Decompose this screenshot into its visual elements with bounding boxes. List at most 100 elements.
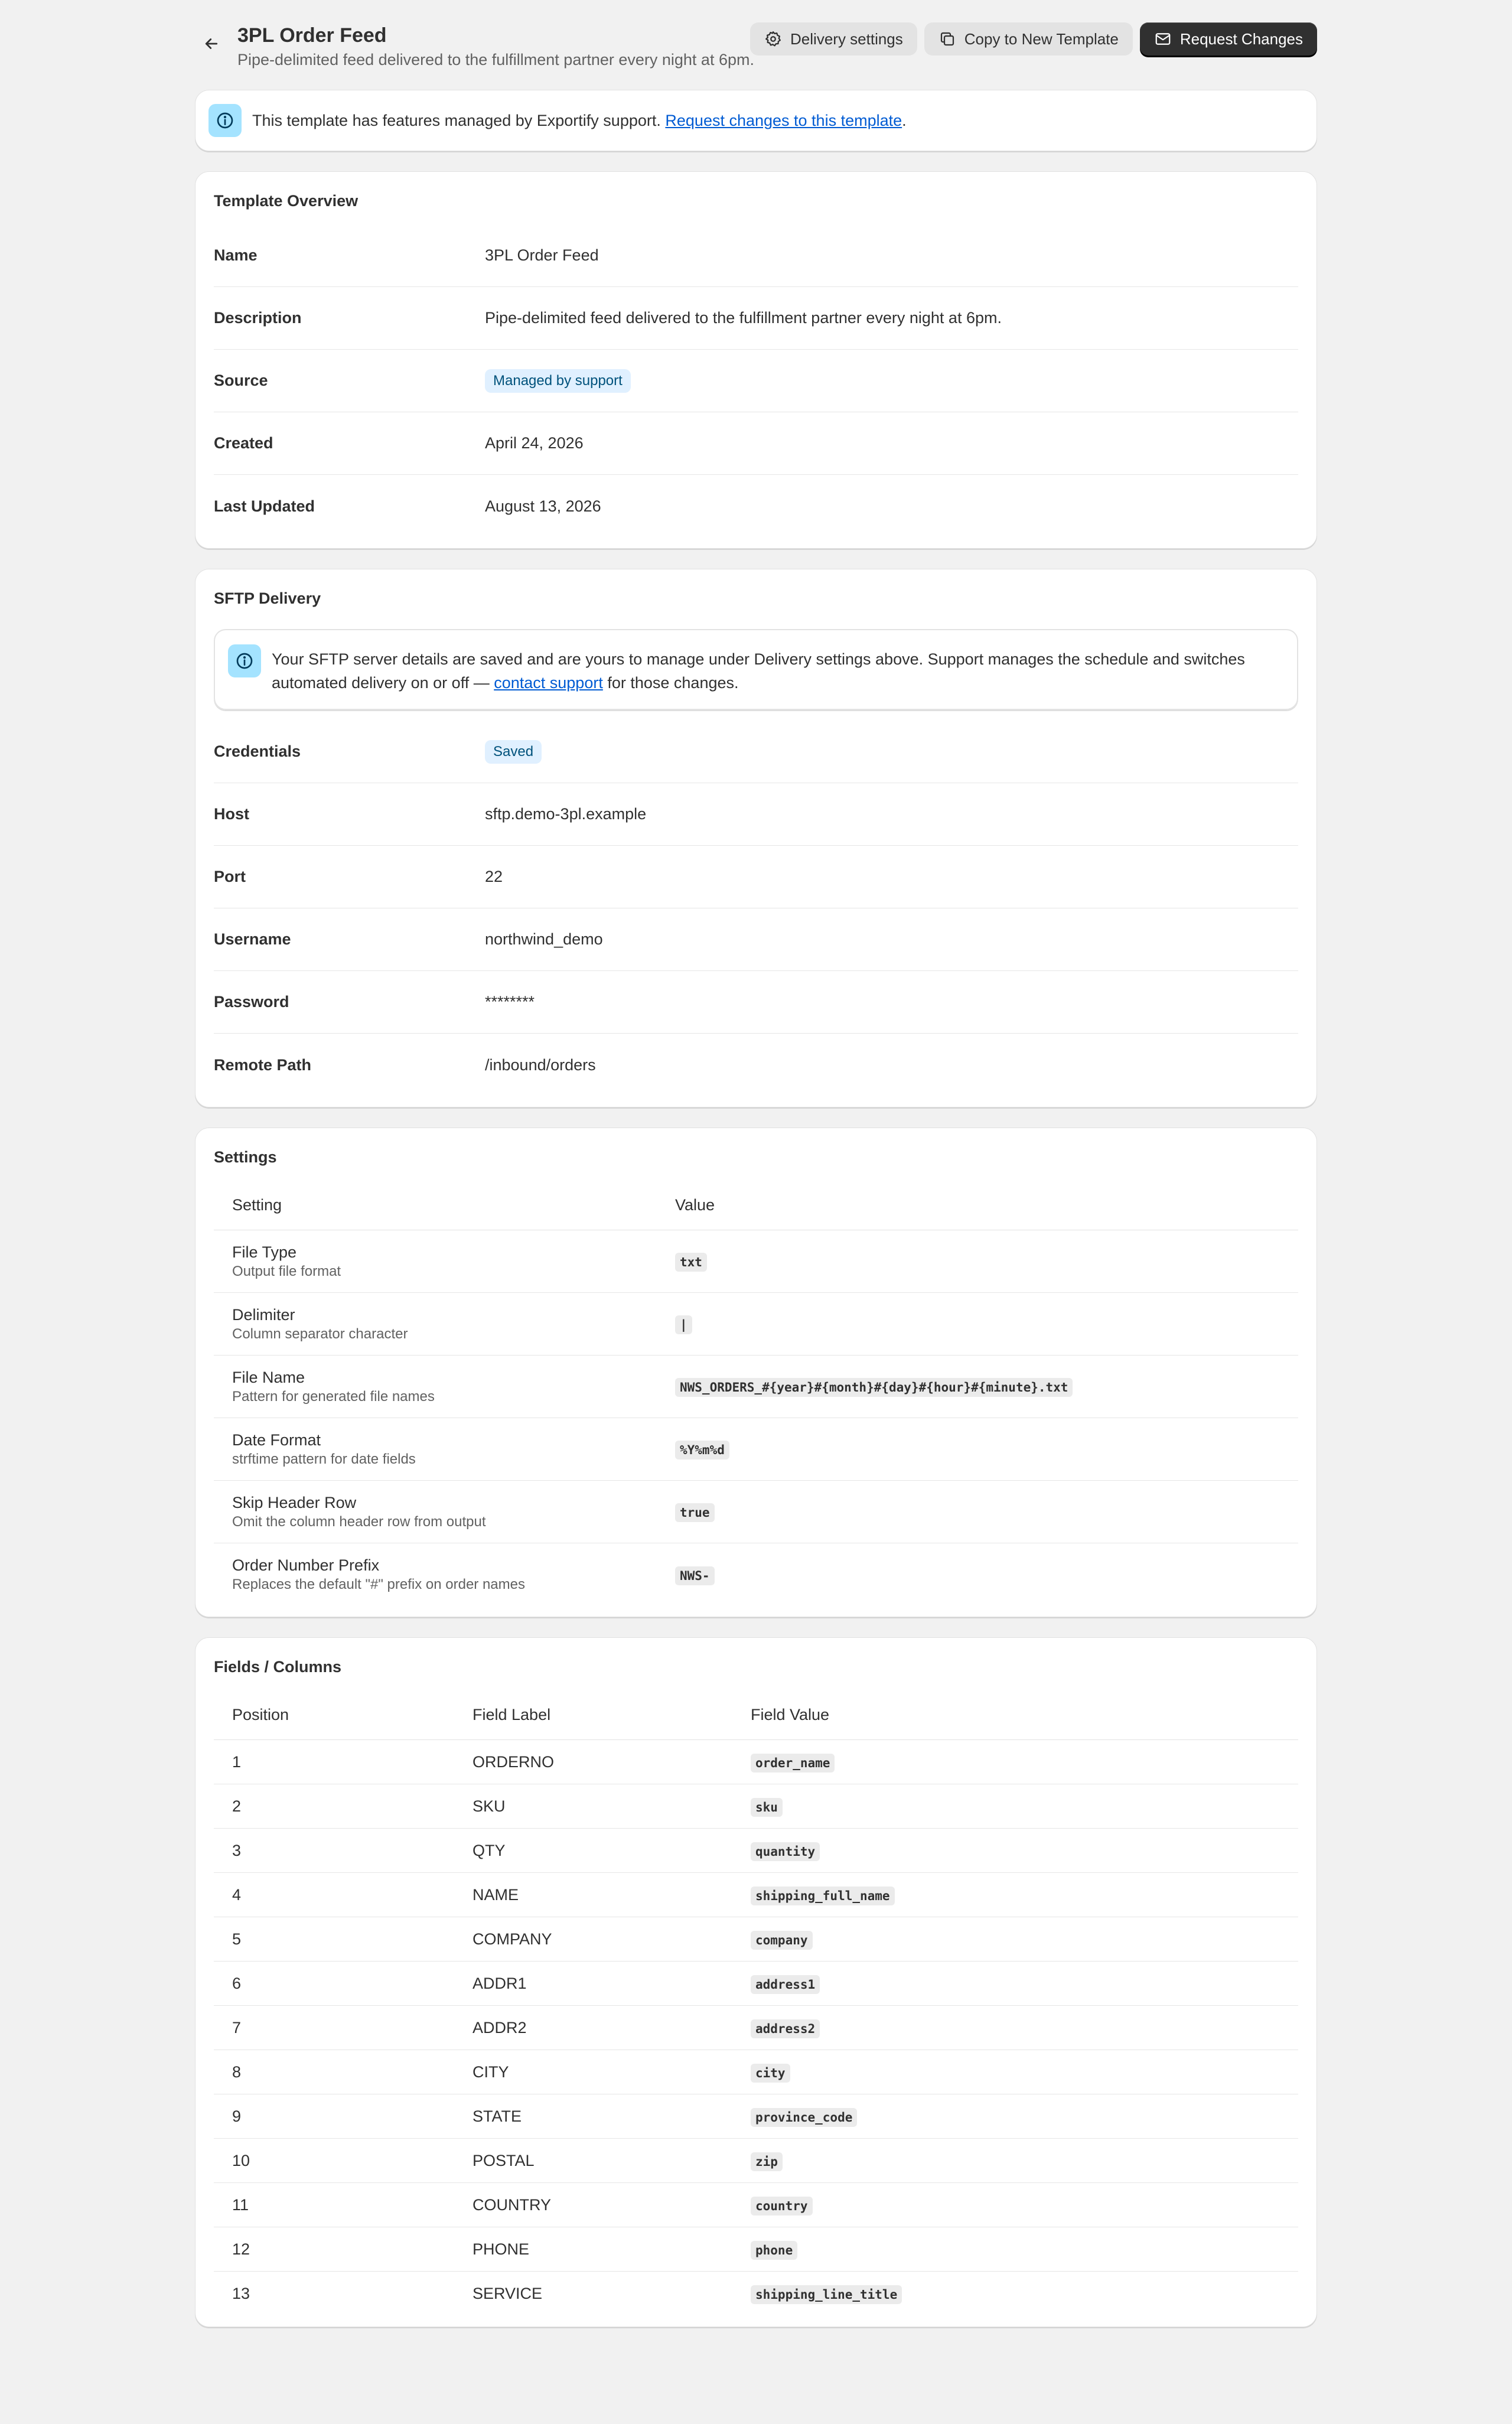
field-value: phone xyxy=(751,2240,798,2260)
template-overview-card: Template Overview Name 3PL Order Feed De… xyxy=(195,171,1317,549)
setting-name: Skip Header Row xyxy=(232,1493,357,1511)
overview-value: August 13, 2026 xyxy=(485,497,601,515)
field-position: 2 xyxy=(232,1797,242,1815)
field-value: address2 xyxy=(751,2019,820,2038)
field-label: COUNTRY xyxy=(472,2195,552,2214)
table-row: 7 ADDR2 address2 xyxy=(214,2006,1298,2050)
setting-value: NWS- xyxy=(675,1566,715,1585)
overview-value: April 24, 2026 xyxy=(485,434,584,452)
sftp-label: Remote Path xyxy=(214,1055,312,1074)
field-value-cell: address2 xyxy=(751,2019,1298,2038)
field-position: 8 xyxy=(232,2063,242,2081)
column-header: Position xyxy=(232,1706,289,1723)
sftp-row-host: Host sftp.demo-3pl.example xyxy=(214,783,1298,846)
field-position: 10 xyxy=(232,2151,250,2169)
field-value-cell: address1 xyxy=(751,1975,1298,1994)
credentials-badge: Saved xyxy=(485,739,542,764)
column-header: Field Value xyxy=(751,1706,830,1723)
setting-value: NWS_ORDERS_#{year}#{month}#{day}#{hour}#… xyxy=(675,1378,1073,1397)
field-value: shipping_line_title xyxy=(751,2285,902,2304)
overview-label: Last Updated xyxy=(214,497,315,515)
sftp-value: sftp.demo-3pl.example xyxy=(485,805,647,823)
table-row: Skip Header Row Omit the column header r… xyxy=(214,1481,1298,1543)
sftp-value: 22 xyxy=(485,868,503,885)
field-label: QTY xyxy=(472,1841,506,1859)
duplicate-icon xyxy=(940,32,954,46)
sftp-notice-message: Your SFTP server details are saved and a… xyxy=(272,650,1245,692)
field-value: quantity xyxy=(751,1842,820,1861)
field-position: 4 xyxy=(232,1885,242,1904)
field-position: 11 xyxy=(232,2195,249,2214)
request-changes-button[interactable]: Request Changes xyxy=(1139,22,1317,56)
field-label: SERVICE xyxy=(472,2285,543,2302)
title-block: 3PL Order Feed Pipe-delimited feed deliv… xyxy=(237,22,757,70)
field-position: 6 xyxy=(232,1974,242,1992)
table-row: 4 NAME shipping_full_name xyxy=(214,1873,1298,1917)
field-value: company xyxy=(751,1930,813,1950)
overview-value: Pipe-delimited feed delivered to the ful… xyxy=(485,309,1002,327)
value-cell: %Y%m%d xyxy=(675,1440,1298,1459)
sftp-value: northwind_demo xyxy=(485,930,603,948)
delivery-settings-button[interactable]: Delivery settings xyxy=(750,22,917,56)
field-label: PHONE xyxy=(472,2240,530,2258)
sftp-row-password: Password ******** xyxy=(214,971,1298,1034)
fields-table-header: Position Field Label Field Value xyxy=(214,1690,1298,1740)
overview-row-description: Description Pipe-delimited feed delivere… xyxy=(214,287,1298,350)
field-position: 12 xyxy=(232,2240,250,2258)
settings-title: Settings xyxy=(214,1148,277,1166)
setting-description: Column separator character xyxy=(232,1325,408,1342)
overview-label: Source xyxy=(214,372,268,389)
settings-card: Settings Setting Value File Type Output … xyxy=(195,1128,1317,1617)
sftp-row-credentials: Credentials Saved xyxy=(214,721,1298,783)
back-button[interactable] xyxy=(195,27,228,60)
value-cell: NWS_ORDERS_#{year}#{month}#{day}#{hour}#… xyxy=(675,1377,1298,1397)
sftp-delivery-title: SFTP Delivery xyxy=(214,589,321,607)
field-value: country xyxy=(751,2196,813,2216)
page-title: 3PL Order Feed xyxy=(237,24,387,47)
fields-title: Fields / Columns xyxy=(214,1658,342,1676)
field-value-cell: company xyxy=(751,1930,1298,1950)
table-row: 11 COUNTRY country xyxy=(214,2183,1298,2227)
field-label: CITY xyxy=(472,2063,509,2081)
overview-row-name: Name 3PL Order Feed xyxy=(214,224,1298,287)
arrow-left-icon xyxy=(205,38,218,49)
table-row: File Name Pattern for generated file nam… xyxy=(214,1356,1298,1418)
page-header: 3PL Order Feed Pipe-delimited feed deliv… xyxy=(195,22,1317,87)
sftp-value-wrap: Saved xyxy=(485,739,542,764)
setting-value: | xyxy=(675,1315,692,1334)
sftp-value: /inbound/orders xyxy=(485,1055,596,1074)
field-value: address1 xyxy=(751,1975,820,1994)
settings-table: Setting Value File Type Output file form… xyxy=(214,1181,1298,1606)
field-label: ADDR1 xyxy=(472,1974,527,1992)
field-position: 9 xyxy=(232,2107,242,2125)
value-cell: true xyxy=(675,1503,1298,1522)
copy-template-label: Copy to New Template xyxy=(964,30,1119,48)
copy-template-button[interactable]: Copy to New Template xyxy=(924,22,1133,56)
setting-cell: Order Number Prefix Replaces the default… xyxy=(214,1555,675,1594)
request-changes-label: Request Changes xyxy=(1179,30,1303,48)
email-icon xyxy=(1155,33,1171,45)
setting-description: Omit the column header row from output xyxy=(232,1513,486,1530)
setting-name: Order Number Prefix xyxy=(232,1556,380,1574)
table-row: 5 COMPANY company xyxy=(214,1917,1298,1962)
sftp-label: Credentials xyxy=(214,742,301,760)
field-position: 7 xyxy=(232,2018,242,2037)
contact-support-link[interactable]: contact support xyxy=(494,674,603,692)
source-badge: Managed by support xyxy=(485,369,631,393)
setting-cell: Date Format strftime pattern for date fi… xyxy=(214,1430,675,1469)
setting-description: strftime pattern for date fields xyxy=(232,1451,416,1467)
request-changes-link[interactable]: Request changes to this template xyxy=(665,112,902,129)
field-value-cell: city xyxy=(751,2063,1298,2083)
setting-cell: Skip Header Row Omit the column header r… xyxy=(214,1493,675,1532)
setting-value: txt xyxy=(675,1253,707,1272)
support-banner: This template has features managed by Ex… xyxy=(195,90,1317,151)
table-row: 1 ORDERNO order_name xyxy=(214,1740,1298,1784)
field-position: 5 xyxy=(232,1930,242,1948)
sftp-delivery-card: SFTP Delivery Your SFTP server details a… xyxy=(195,569,1317,1107)
overview-label: Description xyxy=(214,309,302,327)
field-value: city xyxy=(751,2063,790,2083)
table-row: File Type Output file format txt xyxy=(214,1230,1298,1293)
setting-name: File Type xyxy=(232,1243,297,1261)
field-value: province_code xyxy=(751,2107,858,2127)
field-value-cell: sku xyxy=(751,1797,1298,1817)
